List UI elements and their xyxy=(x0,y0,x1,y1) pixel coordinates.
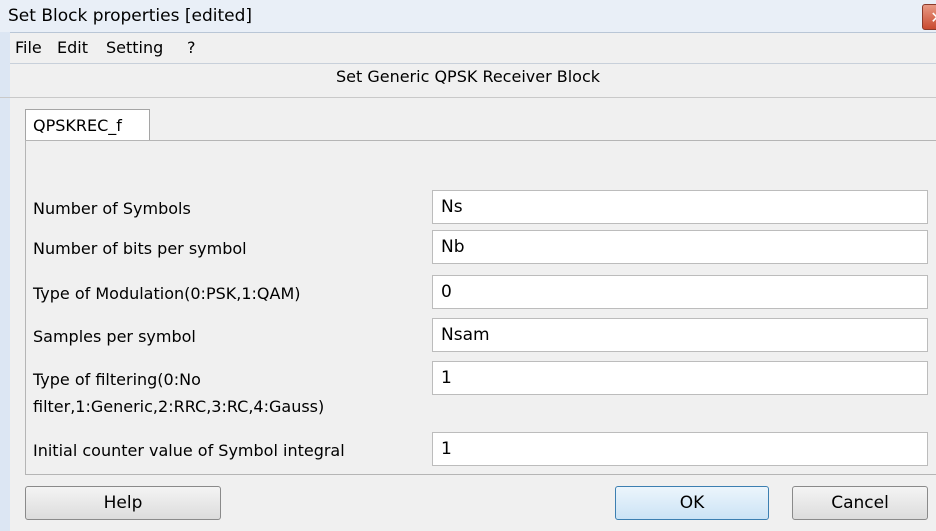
menu-help[interactable]: ? xyxy=(187,37,196,59)
param-label-filtering-line2: filter,1:Generic,2:RRC,3:RC,4:Gauss) xyxy=(33,397,325,416)
param-input-counter[interactable]: 1 xyxy=(432,432,928,466)
ok-button[interactable]: OK xyxy=(615,486,769,520)
title-bar: Set Block properties [edited] ✕ xyxy=(0,0,936,32)
param-label-counter: Initial counter value of Symbol integral xyxy=(33,441,345,460)
dialog-heading: Set Generic QPSK Receiver Block xyxy=(335,67,601,86)
param-input-modulation[interactable]: 0 xyxy=(432,275,928,309)
param-label-bits: Number of bits per symbol xyxy=(33,239,247,258)
param-label-samples: Samples per symbol xyxy=(33,327,196,346)
tab-qpskrec[interactable]: QPSKREC_f xyxy=(25,109,150,141)
menu-edit[interactable]: Edit xyxy=(57,37,88,59)
param-input-bits[interactable]: Nb xyxy=(432,230,928,264)
param-input-samples[interactable]: Nsam xyxy=(432,318,928,352)
param-label-modulation: Type of Modulation(0:PSK,1:QAM) xyxy=(33,284,301,303)
param-input-filtering[interactable]: 1 xyxy=(432,361,928,395)
help-button[interactable]: Help xyxy=(25,486,221,520)
param-label-symbols: Number of Symbols xyxy=(33,199,191,218)
close-icon: ✕ xyxy=(930,8,936,27)
menu-file[interactable]: File xyxy=(15,37,42,59)
cancel-button[interactable]: Cancel xyxy=(792,486,928,520)
window-title: Set Block properties [edited] xyxy=(8,6,253,26)
param-label-filtering-line1: Type of filtering(0:No xyxy=(33,370,201,389)
close-button[interactable]: ✕ xyxy=(922,4,936,30)
param-input-symbols[interactable]: Ns xyxy=(432,190,928,224)
menu-setting[interactable]: Setting xyxy=(106,37,163,59)
menu-bar: File Edit Setting ? xyxy=(10,32,936,64)
heading-divider xyxy=(0,97,936,98)
